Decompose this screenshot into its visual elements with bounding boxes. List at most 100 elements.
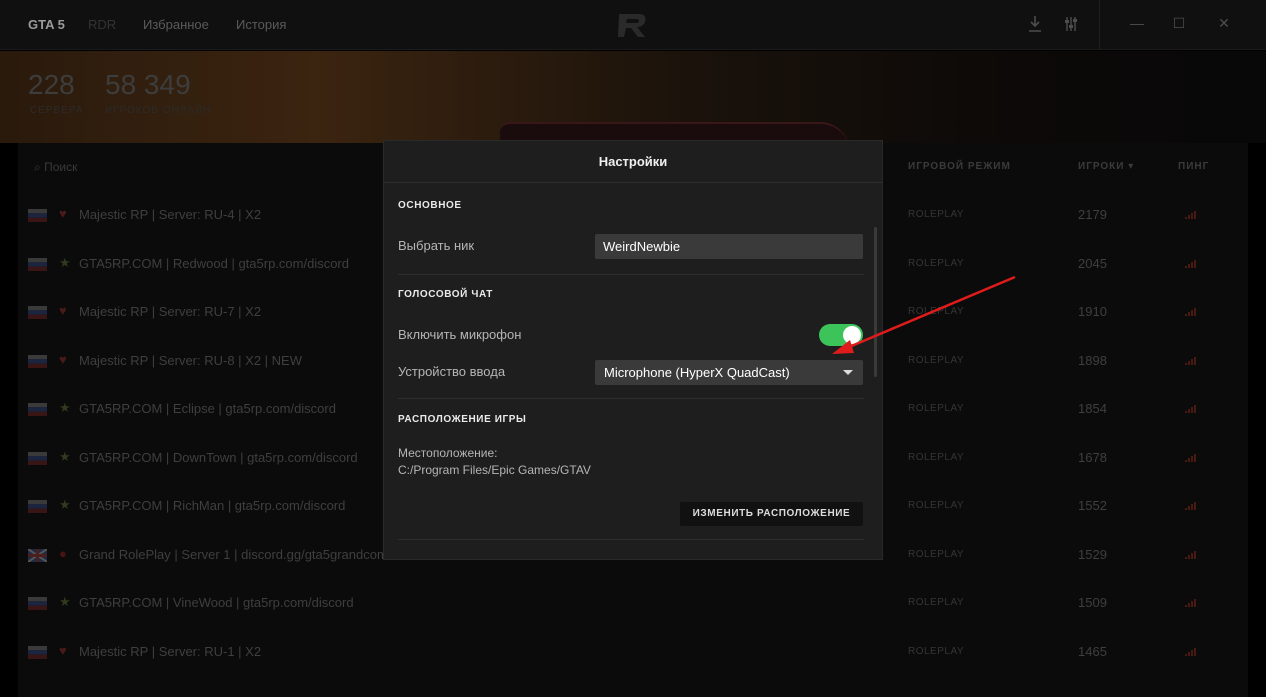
- col-ping[interactable]: ПИНГ: [1178, 161, 1209, 172]
- server-mode: ROLEPLAY: [908, 597, 965, 608]
- server-name: Grand RolePlay | Server 1 | discord.gg/g…: [79, 546, 388, 562]
- heart-icon: ♥: [59, 642, 67, 658]
- heart-icon: ♥: [59, 303, 67, 318]
- server-name: GTA5RP.COM | Eclipse | gta5rp.com/discor…: [79, 401, 336, 416]
- flag-ru-icon: [28, 645, 47, 659]
- search-icon: ⌕: [34, 160, 41, 174]
- star-icon: ★: [59, 497, 71, 512]
- server-name: Majestic RP | Server: RU-7 | X2: [79, 304, 262, 319]
- server-players: 1509: [1078, 595, 1107, 610]
- ping-icon: [1185, 306, 1199, 316]
- search-placeholder: Поиск: [44, 160, 78, 174]
- divider: [398, 398, 864, 399]
- modal-title: Настройки: [598, 154, 668, 169]
- server-mode: ROLEPLAY: [908, 451, 965, 463]
- server-mode: ROLEPLAY: [908, 500, 965, 511]
- section-voice: ГОЛОСОВОЙ ЧАТ: [398, 289, 493, 300]
- server-name: Majestic RP | Server: RU-1 | X2: [79, 643, 262, 659]
- col-players-label: ИГРОКИ: [1078, 161, 1125, 172]
- col-mode[interactable]: ИГРОВОЙ РЕЖИМ: [908, 161, 1011, 172]
- flag-ru-icon: [28, 209, 47, 222]
- ragemp-logo-icon: [618, 14, 646, 37]
- sort-caret-icon: ▾: [1128, 161, 1135, 172]
- ping-icon: [1185, 209, 1199, 219]
- server-mode: ROLEPLAY: [908, 403, 965, 414]
- players-label: ИГРОКОВ ОНЛАЙН: [105, 105, 212, 116]
- server-name: GTA5RP.COM | Redwood | gta5rp.com/discor…: [79, 255, 349, 271]
- server-players: 2179: [1078, 207, 1107, 222]
- divider: [398, 539, 864, 540]
- path-value: C:/Program Files/Epic Games/GTAV: [398, 463, 591, 477]
- ping-icon: [1185, 258, 1199, 268]
- col-players[interactable]: ИГРОКИ ▾: [1078, 161, 1134, 172]
- ping-icon: [1185, 646, 1199, 656]
- flag-ru-icon: [28, 451, 47, 465]
- ping-icon: [1185, 403, 1199, 413]
- close-icon[interactable]: ✕: [1214, 15, 1234, 35]
- servers-label: СЕРВЕРА: [30, 105, 84, 116]
- flag-ru-icon: [28, 597, 47, 610]
- server-players: 1910: [1078, 304, 1107, 319]
- minimize-icon[interactable]: —: [1127, 15, 1147, 35]
- mic-label: Включить микрофон: [398, 327, 522, 342]
- search-input[interactable]: ⌕ Поиск: [34, 160, 77, 175]
- server-mode: ROLEPLAY: [908, 548, 965, 560]
- nick-label: Выбрать ник: [398, 238, 475, 253]
- server-players: 1854: [1078, 401, 1107, 416]
- divider: [398, 274, 864, 275]
- star-icon: ★: [59, 594, 71, 609]
- ping-icon: [1185, 500, 1199, 510]
- server-name: Majestic RP | Server: RU-4 | X2: [79, 207, 262, 222]
- table-row[interactable]: ♥ Majestic RP | Server: RU-1 | X2 ROLEPLAY…: [18, 628, 1248, 676]
- settings-modal: Настройки ОСНОВНОЕ Выбрать ник ГОЛОСОВОЙ…: [383, 140, 883, 560]
- maximize-icon[interactable]: ☐: [1169, 15, 1189, 35]
- servers-count: 228: [28, 69, 75, 100]
- flag-ru-icon: [28, 257, 47, 271]
- tab-rdr[interactable]: RDR: [88, 17, 116, 32]
- server-players: 1465: [1078, 643, 1107, 659]
- star-icon: ★: [59, 448, 71, 464]
- change-location-button[interactable]: ИЗМЕНИТЬ РАСПОЛОЖЕНИЕ: [680, 502, 863, 526]
- server-players: 1898: [1078, 352, 1107, 368]
- server-name: GTA5RP.COM | VineWood | gta5rp.com/disco…: [79, 595, 354, 610]
- nick-input[interactable]: [595, 234, 863, 259]
- section-general: ОСНОВНОЕ: [398, 200, 462, 211]
- ping-icon: [1185, 452, 1199, 462]
- flag-ru-icon: [28, 354, 47, 368]
- section-location: РАСПОЛОЖЕНИЕ ИГРЫ: [398, 414, 527, 425]
- server-name: GTA5RP.COM | RichMan | gta5rp.com/discor…: [79, 498, 346, 513]
- tab-history[interactable]: История: [236, 17, 286, 32]
- heart-icon: ♥: [59, 206, 67, 221]
- server-players: 1552: [1078, 498, 1107, 513]
- server-players: 1529: [1078, 546, 1107, 562]
- tab-gta5[interactable]: GTA 5: [28, 17, 65, 32]
- download-icon[interactable]: [1027, 15, 1043, 33]
- star-icon: ★: [59, 254, 71, 270]
- players-count: 58 349: [105, 69, 191, 100]
- separator: [1099, 0, 1100, 50]
- tab-favorites[interactable]: Избранное: [143, 17, 209, 32]
- settings-sliders-icon[interactable]: [1063, 15, 1079, 33]
- annotation-arrow: [832, 275, 1016, 354]
- server-name: GTA5RP.COM | DownTown | gta5rp.com/disco…: [79, 449, 358, 465]
- path-label: Местоположение:: [398, 446, 498, 460]
- device-value: Microphone (HyperX QuadCast): [604, 365, 790, 380]
- heart-icon: ♥: [59, 351, 67, 367]
- flag-ru-icon: [28, 500, 47, 513]
- chevron-down-icon: [843, 370, 853, 375]
- device-label: Устройство ввода: [398, 364, 506, 379]
- table-row[interactable]: ★ GTA5RP.COM | VineWood | gta5rp.com/disc…: [18, 579, 1248, 627]
- star-icon: ★: [59, 400, 71, 415]
- flag-ru-icon: [28, 403, 47, 416]
- server-mode: ROLEPLAY: [908, 209, 965, 220]
- ping-icon: [1185, 549, 1199, 559]
- server-players: 2045: [1078, 255, 1107, 271]
- flag-uk-icon: [27, 547, 48, 563]
- modal-header: Настройки: [384, 141, 882, 183]
- top-nav-bar: GTA 5 RDR Избранное История — ☐ ✕: [0, 0, 1266, 50]
- flag-ru-icon: [28, 306, 47, 319]
- server-name: Majestic RP | Server: RU-8 | X2 | NEW: [79, 352, 302, 368]
- server-players: 1678: [1078, 449, 1107, 465]
- ping-icon: [1185, 597, 1199, 607]
- server-mode: ROLEPLAY: [908, 645, 965, 657]
